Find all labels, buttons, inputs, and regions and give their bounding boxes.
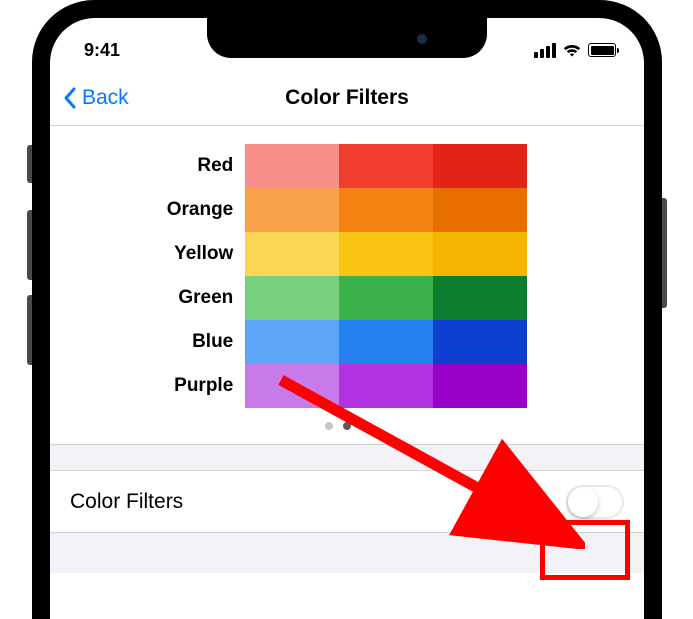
color-row-label: Blue (167, 320, 234, 364)
swatch-column (245, 144, 339, 408)
color-swatch (433, 364, 527, 408)
notch (207, 18, 487, 58)
color-swatch (245, 320, 339, 364)
toggle-knob (568, 487, 598, 517)
empty-footer (50, 533, 644, 573)
color-filters-label: Color Filters (70, 490, 183, 514)
color-swatch (339, 232, 433, 276)
color-swatch (433, 144, 527, 188)
color-preview-carousel[interactable]: RedOrangeYellowGreenBluePurple (50, 126, 644, 445)
phone-frame: 9:41 Back Color Filters R (32, 0, 662, 619)
color-swatch (245, 188, 339, 232)
battery-icon (588, 43, 616, 57)
swatch-column (433, 144, 527, 408)
color-row-label: Red (167, 144, 234, 188)
color-swatch (245, 232, 339, 276)
color-row-label: Purple (167, 364, 234, 408)
color-row-label: Yellow (167, 232, 234, 276)
color-swatch (339, 188, 433, 232)
color-filters-toggle[interactable] (566, 485, 624, 519)
status-time: 9:41 (84, 40, 120, 61)
page-dot[interactable] (361, 422, 369, 430)
color-swatch (433, 188, 527, 232)
page-dot[interactable] (343, 422, 351, 430)
color-filters-row: Color Filters (50, 471, 644, 533)
cellular-signal-icon (534, 43, 556, 58)
color-swatch (339, 144, 433, 188)
page-dot[interactable] (325, 422, 333, 430)
nav-bar: Back Color Filters (50, 70, 644, 126)
page-title: Color Filters (50, 86, 644, 110)
color-swatch (433, 276, 527, 320)
color-row-label: Green (167, 276, 234, 320)
color-grid: RedOrangeYellowGreenBluePurple (50, 144, 644, 408)
chevron-left-icon (62, 86, 78, 110)
back-label: Back (82, 86, 129, 110)
color-swatch (245, 276, 339, 320)
wifi-icon (562, 43, 582, 58)
color-swatch (339, 364, 433, 408)
color-swatch (339, 320, 433, 364)
section-spacer (50, 445, 644, 471)
color-swatch (245, 144, 339, 188)
color-swatch (433, 232, 527, 276)
color-swatch (245, 364, 339, 408)
swatch-column (339, 144, 433, 408)
color-swatch (433, 320, 527, 364)
color-row-label: Orange (167, 188, 234, 232)
status-indicators (534, 43, 616, 58)
page-indicator[interactable] (50, 408, 644, 434)
screen: 9:41 Back Color Filters R (50, 18, 644, 619)
color-swatch (339, 276, 433, 320)
back-button[interactable]: Back (50, 86, 129, 110)
